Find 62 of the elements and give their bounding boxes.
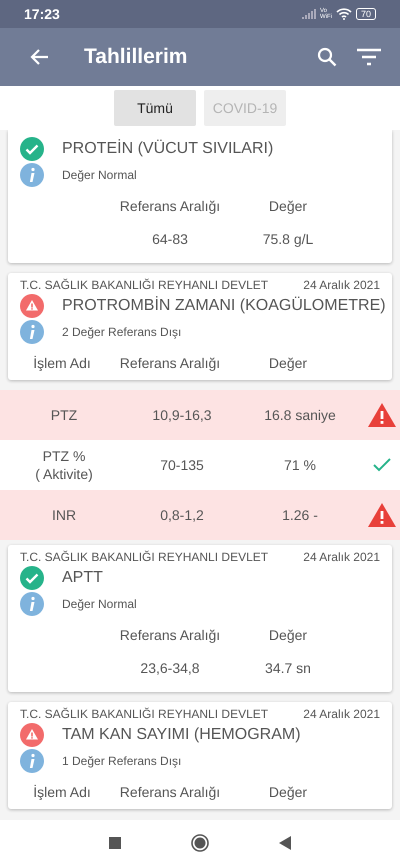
test-title: TAM KAN SAYIMI (HEMOGRAM) <box>62 726 301 744</box>
test-title: APTT <box>62 569 103 587</box>
app-title: Tahlillerim <box>84 45 188 69</box>
table-cell-text: 23,6-34,8 <box>139 660 201 676</box>
table-cell-text: 10,9-16,3 <box>151 406 213 424</box>
test-title: PROTEİN (VÜCUT SIVILARI) <box>62 140 274 158</box>
table-cell-text: INR <box>50 506 78 524</box>
column-header: İşlem Adı <box>32 355 92 371</box>
table-cell-text: 0,8-1,2 <box>159 506 205 524</box>
warning-icon <box>367 402 397 428</box>
result-summary: 1 Değer Referans Dışı <box>62 754 182 768</box>
table-cell-text: PTZ <box>50 406 78 424</box>
battery-level: 70 <box>356 8 376 20</box>
back-arrow-icon <box>30 47 50 67</box>
flagged-result-row[interactable]: INR 0,8-1,2 1.26 - <box>0 490 400 540</box>
table-cell-text: 70-135 <box>159 456 205 474</box>
test-card[interactable]: PROTEİN (VÜCUT SIVILARI) Değer Normal Referans Aralığı Değer 64-83 75.8 g/L <box>8 130 392 263</box>
home-button[interactable] <box>191 834 209 852</box>
filter-icon <box>356 46 382 68</box>
test-title: PROTROMBİN ZAMANI (KOAGÜLOMETRE) <box>62 297 386 315</box>
test-date: 24 Aralık 2021 <box>303 550 380 564</box>
test-card[interactable]: T.C. SAĞLIK BAKANLIĞI REYHANLI DEVLET 24 Aralık 2021 APTT Değer Normal Referans Aralığı Değer 23,6-34,8 34.7 sn <box>8 545 392 692</box>
info-icon[interactable] <box>20 749 44 773</box>
column-header: Değer <box>268 355 308 371</box>
test-date: 24 Aralık 2021 <box>303 707 380 721</box>
column-header: Referans Aralığı <box>118 198 222 214</box>
test-card[interactable]: T.C. SAĞLIK BAKANLIĞI REYHANLI DEVLET 24 Aralık 2021 PROTROMBİN ZAMANI (KOAGÜLOMETRE) 2 Değer Referans Dışı İşlem Adı Referans Aralığı Değer <box>8 273 392 380</box>
search-icon <box>316 46 338 68</box>
info-icon[interactable] <box>20 592 44 616</box>
flagged-result-row[interactable]: PTZ 10,9-16,3 16.8 saniye <box>0 390 400 440</box>
result-summary: 2 Değer Referans Dışı <box>62 325 182 339</box>
result-row[interactable]: PTZ % ( Aktivite) 70-135 71 % <box>0 440 400 490</box>
result-summary: Değer Normal <box>62 597 137 611</box>
status-time: 17:23 <box>24 6 61 22</box>
column-header: İşlem Adı <box>32 784 92 800</box>
column-header: Referans Aralığı <box>118 355 222 371</box>
result-summary: Değer Normal <box>62 168 137 182</box>
table-cell-text: 71 % <box>283 456 317 474</box>
table-cell-text: 16.8 saniye <box>263 406 337 424</box>
table-cell-text: 64-83 <box>151 231 189 247</box>
test-card[interactable]: T.C. SAĞLIK BAKANLIĞI REYHANLI DEVLET 24 Aralık 2021 TAM KAN SAYIMI (HEMOGRAM) 1 Değer Referans Dışı İşlem Adı Referans Aralığı Değer <box>8 702 392 809</box>
hospital-name: T.C. SAĞLIK BAKANLIĞI REYHANLI DEVLET <box>20 550 268 564</box>
filter-tab[interactable]: Tümü <box>114 90 196 126</box>
column-header: Referans Aralığı <box>118 627 222 643</box>
back-nav-button[interactable] <box>279 836 291 850</box>
column-header: Referans Aralığı <box>118 784 222 800</box>
table-cell-text: PTZ % ( Aktivite) <box>34 447 94 483</box>
column-header: Değer <box>268 784 308 800</box>
info-icon[interactable] <box>20 163 44 187</box>
wifi-icon <box>336 8 352 20</box>
column-header: Değer <box>268 198 308 214</box>
signal-icon <box>302 9 316 19</box>
hospital-name: T.C. SAĞLIK BAKANLIĞI REYHANLI DEVLET <box>20 707 268 721</box>
test-date: 24 Aralık 2021 <box>303 278 380 292</box>
table-cell-text: 1.26 - <box>281 506 319 524</box>
hospital-name: T.C. SAĞLIK BAKANLIĞI REYHANLI DEVLET <box>20 278 268 292</box>
warning-icon <box>367 502 397 528</box>
check-icon <box>373 458 391 472</box>
info-icon[interactable] <box>20 320 44 344</box>
column-header: Değer <box>268 627 308 643</box>
table-cell-text: 75.8 g/L <box>262 231 314 247</box>
table-cell-text: 34.7 sn <box>264 660 312 676</box>
